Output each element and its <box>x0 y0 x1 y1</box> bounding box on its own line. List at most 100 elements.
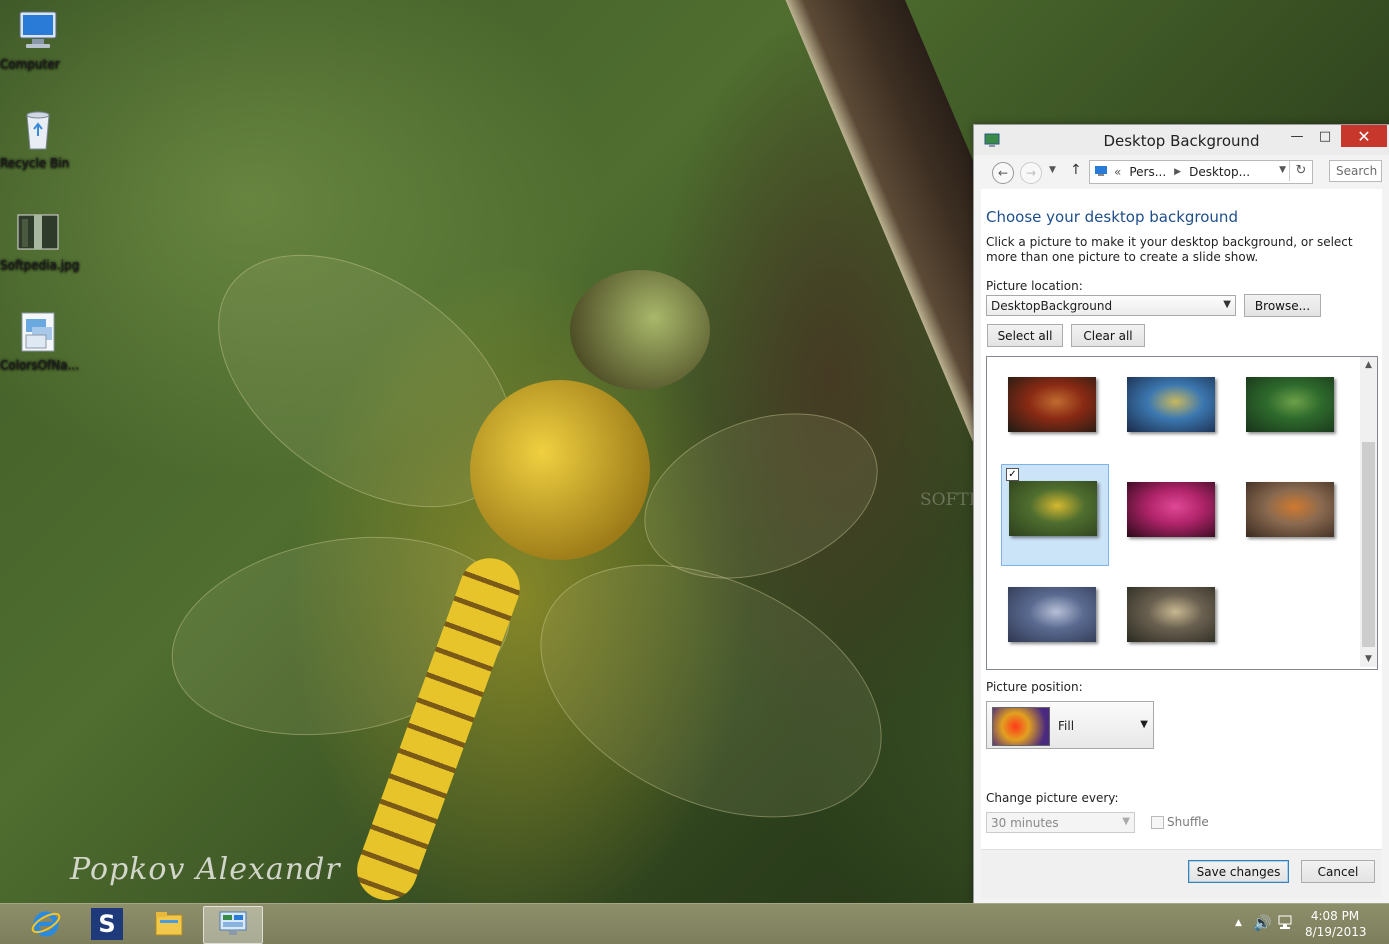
shuffle-checkbox[interactable] <box>1151 816 1164 829</box>
page-title: Choose your desktop background <box>986 208 1238 226</box>
change-picture-every-label: Change picture every: <box>986 791 1119 805</box>
internet-explorer-icon <box>30 907 62 942</box>
minimize-button[interactable]: — <box>1283 125 1311 147</box>
wallpaper-signature: Popkov Alexandr <box>70 852 341 887</box>
picture-position-value: Fill <box>1058 719 1075 733</box>
clock-time: 4:08 PM <box>1310 909 1360 923</box>
refresh-icon[interactable]: ↻ <box>1289 161 1312 181</box>
content-pane: Choose your desktop background Click a p… <box>981 189 1382 898</box>
breadcrumb-overflow[interactable]: « <box>1114 165 1121 179</box>
scroll-up-icon[interactable]: ▲ <box>1360 360 1377 370</box>
softpedia-icon: S <box>91 908 123 940</box>
theme-file-icon <box>14 309 62 355</box>
thumbnail-item-selected[interactable]: ✓ <box>1001 464 1109 566</box>
browse-button[interactable]: Browse... <box>1244 294 1321 317</box>
desktop-icon-label: Computer <box>0 57 60 71</box>
thumbnail-image <box>1008 587 1096 642</box>
save-changes-button[interactable]: Save changes <box>1188 860 1289 883</box>
volume-icon[interactable]: 🔊 <box>1253 914 1272 932</box>
clock[interactable]: 4:08 PM 8/19/2013 <box>1305 908 1367 940</box>
title-bar[interactable]: Desktop Background — □ ✕ <box>974 125 1389 155</box>
breadcrumb-item[interactable]: Pers... <box>1129 165 1166 179</box>
maximize-button[interactable]: □ <box>1311 125 1339 147</box>
recycle-bin-icon <box>14 107 62 153</box>
scrollbar-thumb[interactable] <box>1362 442 1375 647</box>
thumbnail-image <box>1127 587 1215 642</box>
thumbnail-image <box>1127 482 1215 537</box>
system-tray: ▲ 🔊 4:08 PM 8/19/2013 <box>1229 904 1389 944</box>
gallery-scrollbar[interactable]: ▲ ▼ <box>1360 357 1377 667</box>
network-icon[interactable] <box>1277 914 1293 933</box>
dialog-footer: Save changes Cancel <box>981 849 1382 898</box>
taskbar-control-panel[interactable] <box>203 906 263 944</box>
position-preview-image <box>992 707 1050 746</box>
thumbnail-image <box>1246 377 1334 432</box>
scroll-down-icon[interactable]: ▼ <box>1360 654 1377 664</box>
back-button[interactable]: ← <box>992 162 1014 184</box>
minimize-icon: — <box>1290 128 1304 144</box>
computer-icon <box>14 8 62 54</box>
recent-pages-dropdown-icon[interactable]: ▼ <box>1049 165 1056 175</box>
thumbnail-image <box>1127 377 1215 432</box>
close-icon: ✕ <box>1357 126 1371 146</box>
change-interval-select[interactable]: 30 minutes ▼ <box>986 812 1135 833</box>
cancel-button[interactable]: Cancel <box>1301 860 1375 883</box>
chevron-down-icon: ▼ <box>1223 299 1231 310</box>
clear-all-button[interactable]: Clear all <box>1071 324 1145 347</box>
taskbar-softpedia[interactable]: S <box>78 906 136 942</box>
control-panel-icon <box>217 908 249 943</box>
thumbnail-item[interactable] <box>1120 361 1228 463</box>
address-bar[interactable]: « Pers... ▶ Desktop... ▼ ↻ <box>1089 160 1313 184</box>
taskbar-internet-explorer[interactable] <box>17 906 75 942</box>
desktop-background-window: Desktop Background — □ ✕ ← → ▼ ↑ « Pers.… <box>973 124 1389 904</box>
file-explorer-icon <box>153 907 185 942</box>
show-hidden-icons-icon[interactable]: ▲ <box>1235 918 1242 928</box>
desktop-icon-label: Softpedia.jpg <box>0 258 80 272</box>
thumbnail-item[interactable] <box>1001 361 1109 463</box>
up-arrow-icon[interactable]: ↑ <box>1070 162 1082 178</box>
thumbnail-item[interactable] <box>1120 571 1228 669</box>
page-description: Click a picture to make it your desktop … <box>986 235 1353 264</box>
desktop-icon-softpedia-jpg[interactable]: Softpedia.jpg <box>0 209 79 272</box>
image-file-icon <box>14 209 62 255</box>
control-panel-icon <box>1094 164 1108 181</box>
address-dropdown-icon[interactable]: ▼ <box>1279 165 1286 175</box>
forward-button[interactable]: → <box>1020 162 1042 184</box>
thumbnail-checkbox[interactable]: ✓ <box>1006 468 1019 481</box>
desktop-icon-recycle-bin[interactable]: Recycle Bin <box>0 107 76 170</box>
picture-location-select[interactable]: DesktopBackground ▼ <box>986 295 1236 316</box>
search-input[interactable]: Search C <box>1329 160 1382 182</box>
thumbnail-image <box>1246 482 1334 537</box>
shuffle-label: Shuffle <box>1167 815 1209 829</box>
change-interval-value: 30 minutes <box>991 815 1059 830</box>
picture-position-label: Picture position: <box>986 680 1083 694</box>
taskbar-file-explorer[interactable] <box>140 906 198 942</box>
clock-date: 8/19/2013 <box>1305 925 1367 939</box>
desktop-icon-colorsofna[interactable]: ColorsOfNa... <box>0 309 79 372</box>
wallpaper-dragonfly-head <box>570 270 710 390</box>
desktop-icon-label: ColorsOfNa... <box>0 358 80 372</box>
breadcrumb-separator-icon: ▶ <box>1174 167 1182 177</box>
thumbnail-image <box>1009 481 1097 536</box>
picture-location-value: DesktopBackground <box>991 298 1113 313</box>
picture-location-label: Picture location: <box>986 279 1083 293</box>
chevron-down-icon: ▼ <box>1140 719 1148 730</box>
picture-gallery: ✓ ▲ ▼ <box>986 356 1378 670</box>
desktop-icon-label: Recycle Bin <box>0 156 70 170</box>
thumbnail-item[interactable] <box>1001 571 1109 669</box>
back-arrow-icon: ← <box>997 166 1009 180</box>
thumbnail-item[interactable] <box>1239 361 1347 463</box>
maximize-icon: □ <box>1318 128 1332 144</box>
taskbar: S ▲ 🔊 4:08 PM 8/19/2013 <box>0 903 1389 944</box>
thumbnail-item[interactable] <box>1120 466 1228 568</box>
desktop-icon-computer[interactable]: Computer <box>0 8 76 71</box>
thumbnail-image <box>1008 377 1096 432</box>
forward-arrow-icon: → <box>1025 166 1037 180</box>
thumbnail-item[interactable] <box>1239 466 1347 568</box>
breadcrumb-item[interactable]: Desktop... <box>1189 165 1250 179</box>
close-button[interactable]: ✕ <box>1341 125 1387 147</box>
navigation-bar: ← → ▼ ↑ « Pers... ▶ Desktop... ▼ ↻ Searc… <box>981 157 1382 187</box>
wallpaper-dragonfly-thorax <box>470 380 650 560</box>
picture-position-select[interactable]: Fill ▼ <box>986 701 1154 749</box>
select-all-button[interactable]: Select all <box>987 324 1063 347</box>
